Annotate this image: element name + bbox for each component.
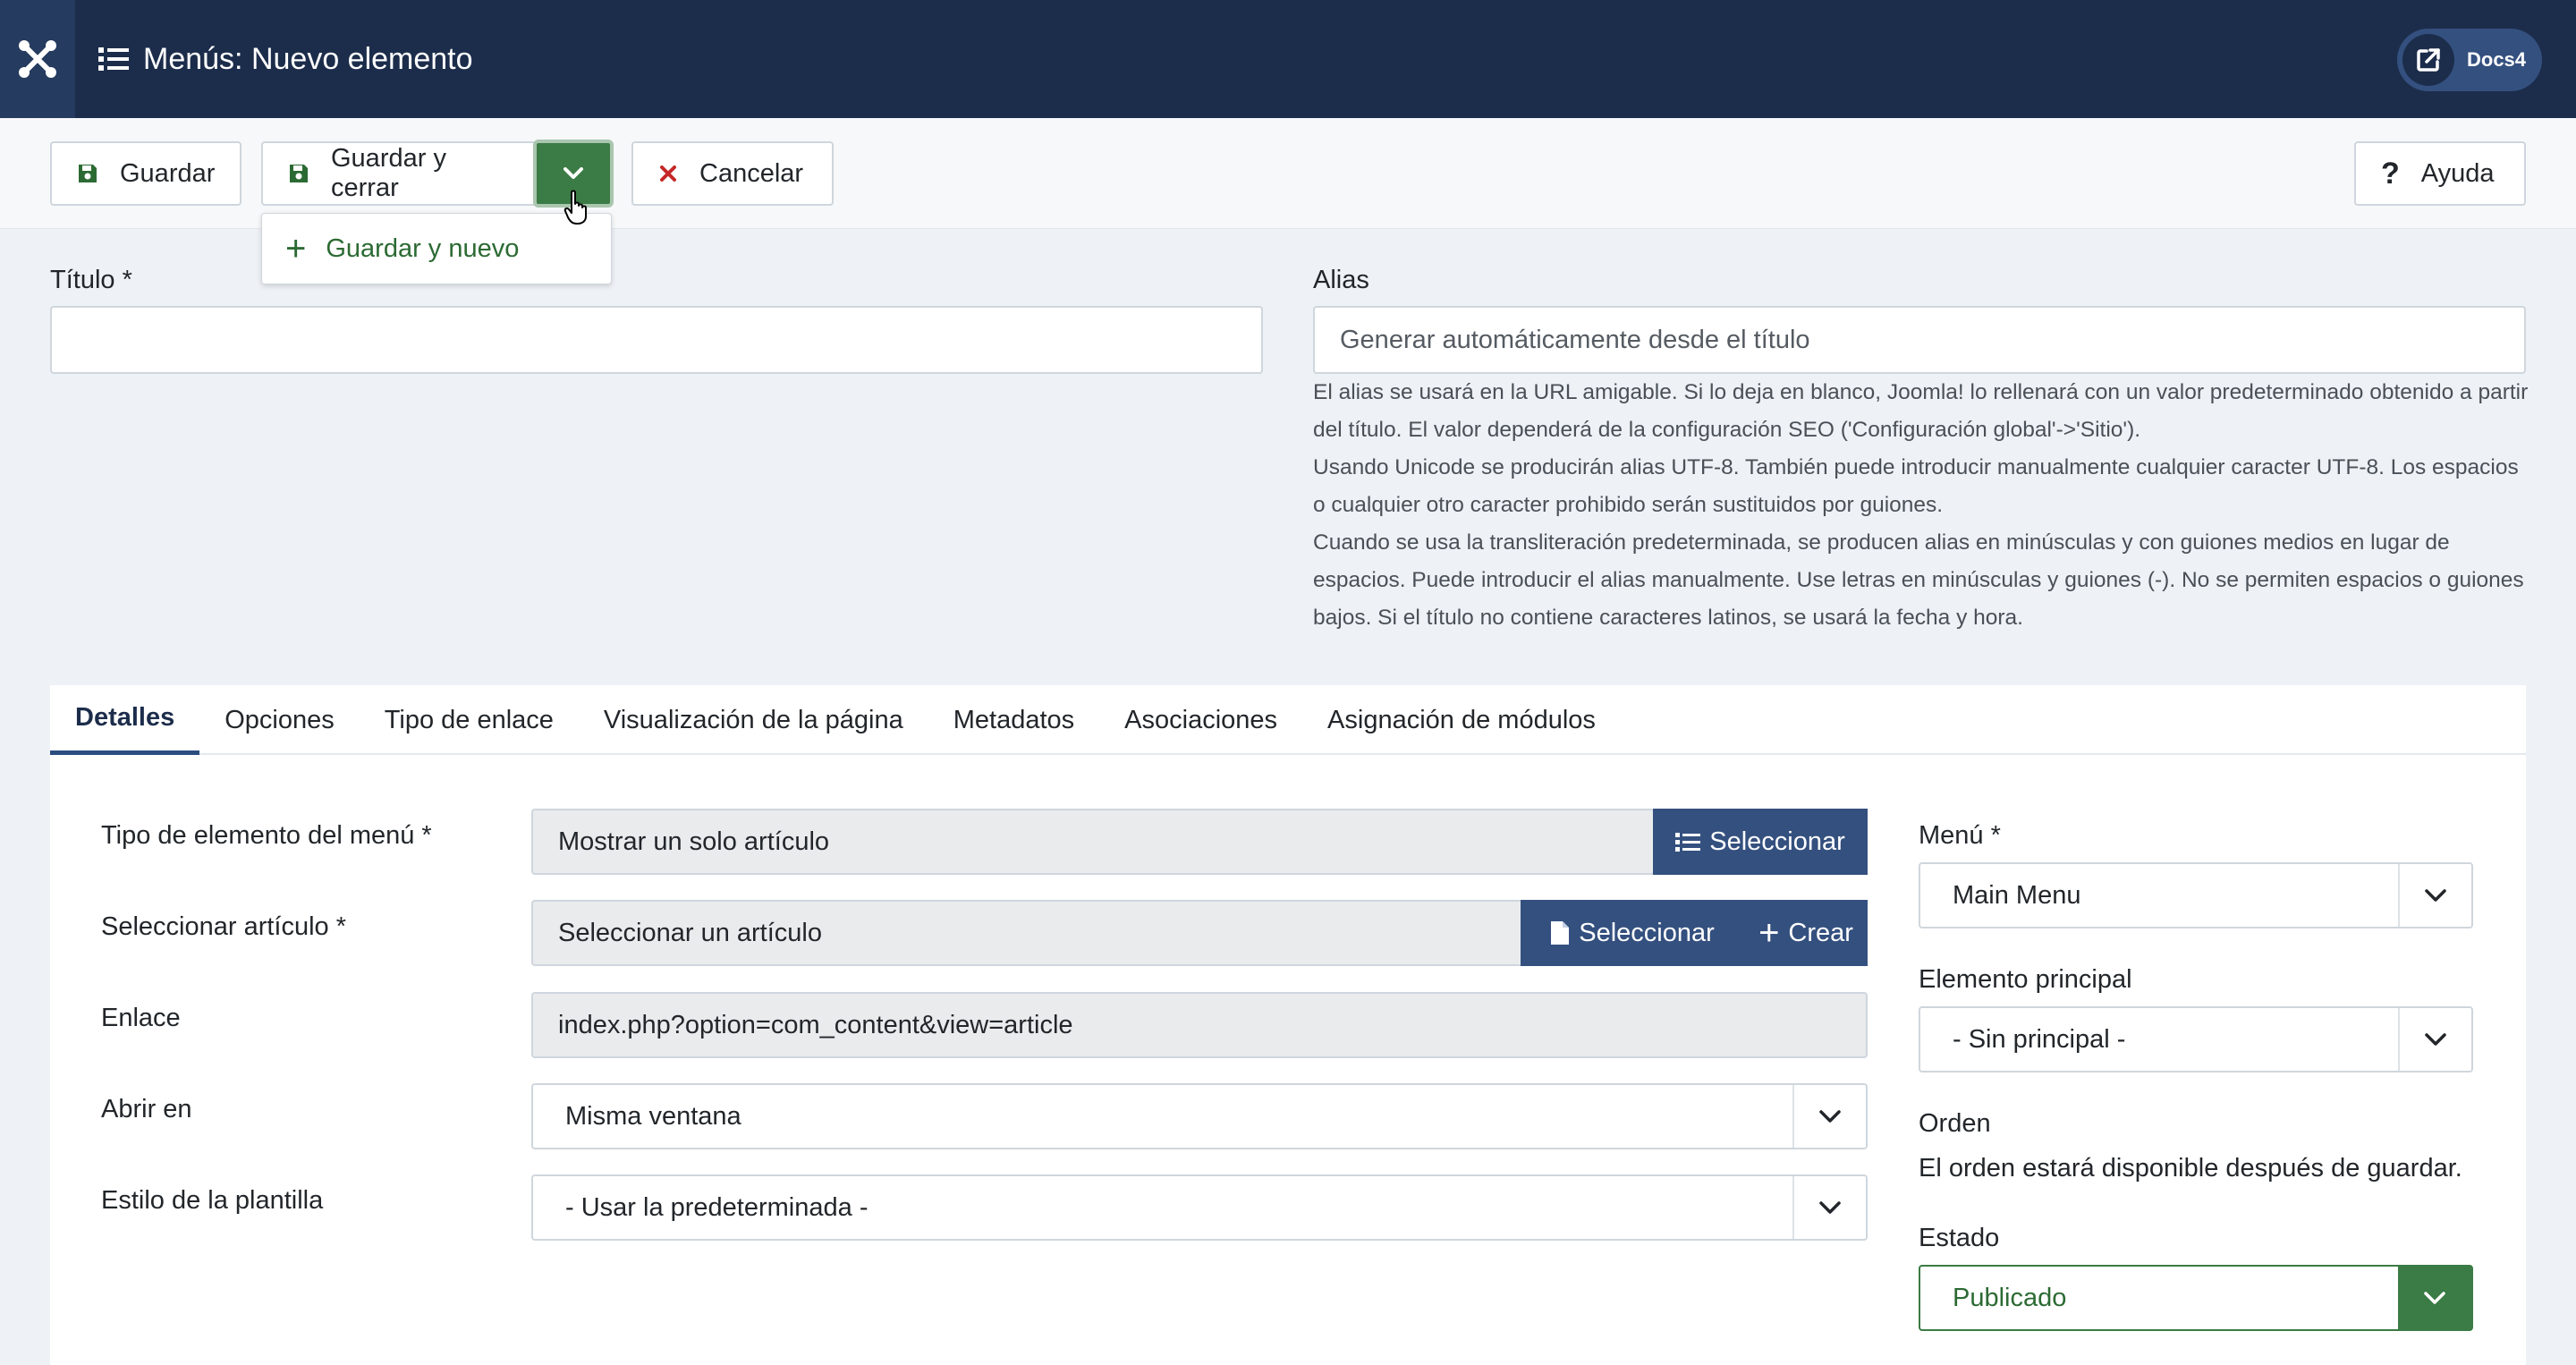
chevron-down-icon: [2424, 1292, 2445, 1304]
title-input[interactable]: [50, 306, 1263, 374]
status-value: Publicado: [1953, 1283, 2067, 1312]
alias-help-paragraph: Cuando se usa la transliteración predete…: [1313, 530, 2524, 630]
file-icon: [1551, 921, 1570, 945]
template-style-value: - Usar la predeterminada -: [565, 1192, 869, 1222]
select-menu-item-type-button[interactable]: Seleccionar: [1653, 809, 1868, 875]
alias-help-text: El alias se usará en la URL amigable. Si…: [1313, 374, 2529, 637]
create-article-button[interactable]: + Crear: [1744, 900, 1868, 966]
external-link-icon: [2417, 48, 2440, 72]
status-select[interactable]: Publicado: [1919, 1265, 2473, 1331]
select-article-label: Seleccionar artículo *: [101, 912, 347, 941]
close-icon: [660, 165, 676, 182]
menu-item-type-value: Mostrar un solo artículo: [558, 827, 830, 856]
plus-icon: +: [285, 229, 307, 268]
tab-metadata[interactable]: Metadatos: [928, 685, 1099, 755]
select-article-field: Seleccionar un artículo: [531, 900, 1655, 966]
help-button[interactable]: ? Ayuda: [2354, 141, 2526, 206]
select-article-button[interactable]: Seleccionar: [1521, 900, 1744, 966]
menu-value: Main Menu: [1953, 880, 2081, 910]
chevron-down-icon: [1819, 1201, 1841, 1214]
menu-select[interactable]: Main Menu: [1919, 862, 2473, 928]
list-icon: [1675, 833, 1701, 852]
parent-item-value: - Sin principal -: [1953, 1024, 2126, 1054]
parent-item-label: Elemento principal: [1919, 965, 2132, 994]
open-in-select[interactable]: Misma ventana: [531, 1083, 1868, 1149]
floppy-disk-icon: [79, 165, 97, 182]
save-label: Guardar: [120, 158, 216, 188]
link-field: index.php?option=com_content&view=articl…: [531, 992, 1868, 1058]
tab-options[interactable]: Opciones: [199, 685, 360, 755]
menu-item-type-field: Mostrar un solo artículo: [531, 809, 1655, 875]
header: Menús: Nuevo elemento Docs4: [0, 0, 2576, 118]
chevron-down-icon: [1819, 1110, 1841, 1123]
alias-placeholder: Generar automáticamente desde el título: [1340, 325, 1810, 354]
save-button[interactable]: Guardar: [50, 141, 242, 206]
order-info-text: El orden estará disponible después de gu…: [1919, 1154, 2462, 1183]
title-label: Título *: [50, 266, 132, 294]
tab-page-display[interactable]: Visualización de la página: [579, 685, 928, 755]
link-label: Enlace: [101, 1004, 181, 1032]
cancel-label: Cancelar: [699, 158, 804, 188]
chevron-down-icon: [2425, 889, 2446, 902]
save-close-label: Guardar y cerrar: [331, 144, 446, 202]
open-in-value: Misma ventana: [565, 1101, 741, 1131]
save-dropdown-menu: + Guardar y nuevo: [261, 213, 612, 284]
help-label: Ayuda: [2420, 158, 2495, 188]
select-menu-item-type-label: Seleccionar: [1709, 827, 1845, 856]
alias-input[interactable]: Generar automáticamente desde el título: [1313, 306, 2526, 374]
tab-link-type[interactable]: Tipo de enlace: [360, 685, 579, 755]
question-icon: ?: [2381, 156, 2400, 191]
status-label: Estado: [1919, 1224, 2000, 1252]
tab-associations[interactable]: Asociaciones: [1099, 685, 1302, 755]
menu-item-type-label: Tipo de elemento del menú *: [101, 821, 432, 850]
site-link-button[interactable]: Docs4: [2397, 29, 2542, 91]
page-title: Menús: Nuevo elemento: [143, 41, 473, 76]
joomla-icon: [19, 40, 56, 78]
menu-label: Menú *: [1919, 821, 2001, 850]
open-in-label: Abrir en: [101, 1095, 192, 1123]
template-style-select[interactable]: - Usar la predeterminada -: [531, 1174, 1868, 1241]
hand-cursor-icon: [564, 190, 587, 225]
select-article-button-label: Seleccionar: [1579, 918, 1715, 947]
alias-help-paragraph: El alias se usará en la URL amigable. Si…: [1313, 380, 2529, 442]
joomla-logo[interactable]: [0, 0, 75, 118]
chevron-down-icon: [564, 167, 583, 179]
tab-module-assignment[interactable]: Asignación de módulos: [1302, 685, 1621, 755]
list-icon: [98, 47, 129, 71]
link-value: index.php?option=com_content&view=articl…: [558, 1010, 1073, 1039]
save-close-button[interactable]: Guardar y cerrar: [261, 141, 537, 206]
create-article-label: Crear: [1788, 918, 1853, 947]
template-style-label: Estilo de la plantilla: [101, 1186, 324, 1215]
save-new-menu-item[interactable]: Guardar y nuevo: [326, 234, 519, 264]
plus-icon: +: [1758, 913, 1780, 953]
tab-details[interactable]: Detalles: [50, 685, 200, 755]
order-label: Orden: [1919, 1109, 1991, 1138]
cancel-button[interactable]: Cancelar: [631, 141, 834, 206]
alias-help-paragraph: Usando Unicode se producirán alias UTF-8…: [1313, 455, 2519, 517]
chevron-down-icon: [2425, 1033, 2446, 1046]
floppy-disk-icon: [290, 165, 308, 182]
site-link-label: Docs4: [2467, 48, 2527, 71]
parent-item-select[interactable]: - Sin principal -: [1919, 1006, 2473, 1072]
alias-label: Alias: [1313, 266, 1369, 294]
tab-bar: Detalles Opciones Tipo de enlace Visuali…: [50, 685, 2526, 755]
select-article-value: Seleccionar un artículo: [558, 918, 822, 947]
